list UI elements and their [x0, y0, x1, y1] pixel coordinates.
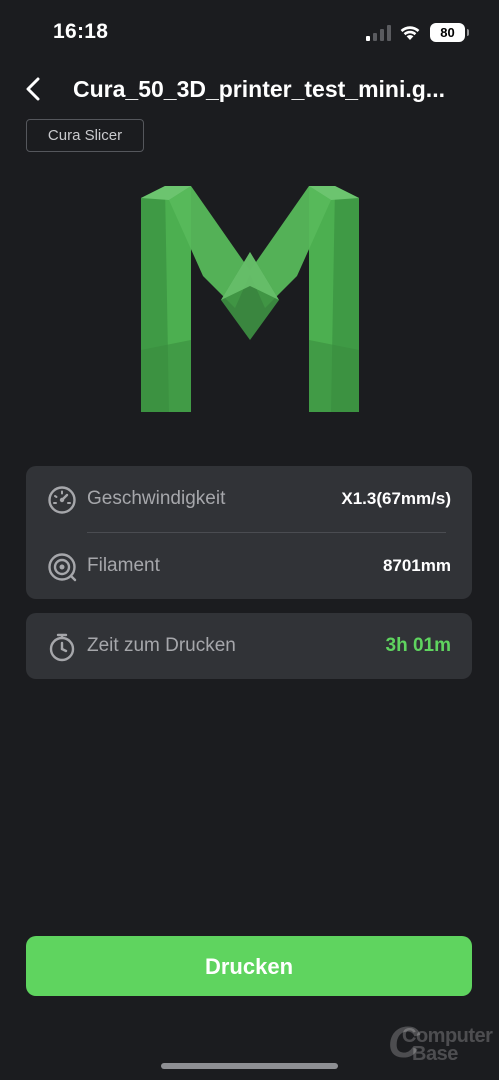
computerbase-watermark-logo: C Computer Base [388, 1021, 493, 1067]
print-time-row: Zeit zum Drucken 3h 01m [26, 613, 472, 679]
slicer-tag: Cura Slicer [26, 119, 144, 152]
speed-row: Geschwindigkeit X1.3(67mm/s) [26, 466, 472, 532]
filament-spool-icon [48, 553, 77, 582]
filament-label: Filament [87, 555, 160, 576]
print-time-label: Zeit zum Drucken [87, 635, 236, 656]
print-button[interactable]: Drucken [26, 936, 472, 996]
speed-label: Geschwindigkeit [87, 488, 226, 509]
filament-value: 8701mm [382, 556, 451, 575]
stopwatch-icon [49, 633, 75, 662]
status-bar: 16:18 80 [0, 0, 499, 66]
print-time-value: 3h 01m [385, 635, 451, 656]
wifi-icon [400, 26, 420, 40]
page-title: Cura_50_3D_printer_test_mini.g... [73, 76, 445, 102]
model-preview-image [141, 186, 359, 412]
speedometer-icon [48, 486, 76, 514]
filament-row: Filament 8701mm [26, 533, 472, 599]
print-time-card: Zeit zum Drucken 3h 01m [26, 613, 472, 679]
speed-value: X1.3(67mm/s) [341, 489, 451, 508]
watermark-line2: Base [412, 1043, 458, 1065]
status-time: 16:18 [53, 20, 109, 43]
nav-bar: Cura_50_3D_printer_test_mini.g... [0, 66, 499, 112]
cellular-signal-icon [366, 25, 391, 41]
chevron-left-icon [26, 77, 40, 101]
battery-indicator: 80 [430, 23, 469, 42]
home-indicator [161, 1063, 338, 1069]
back-button[interactable] [18, 74, 48, 104]
print-info-card: Geschwindigkeit X1.3(67mm/s) Filament 87… [26, 466, 472, 599]
